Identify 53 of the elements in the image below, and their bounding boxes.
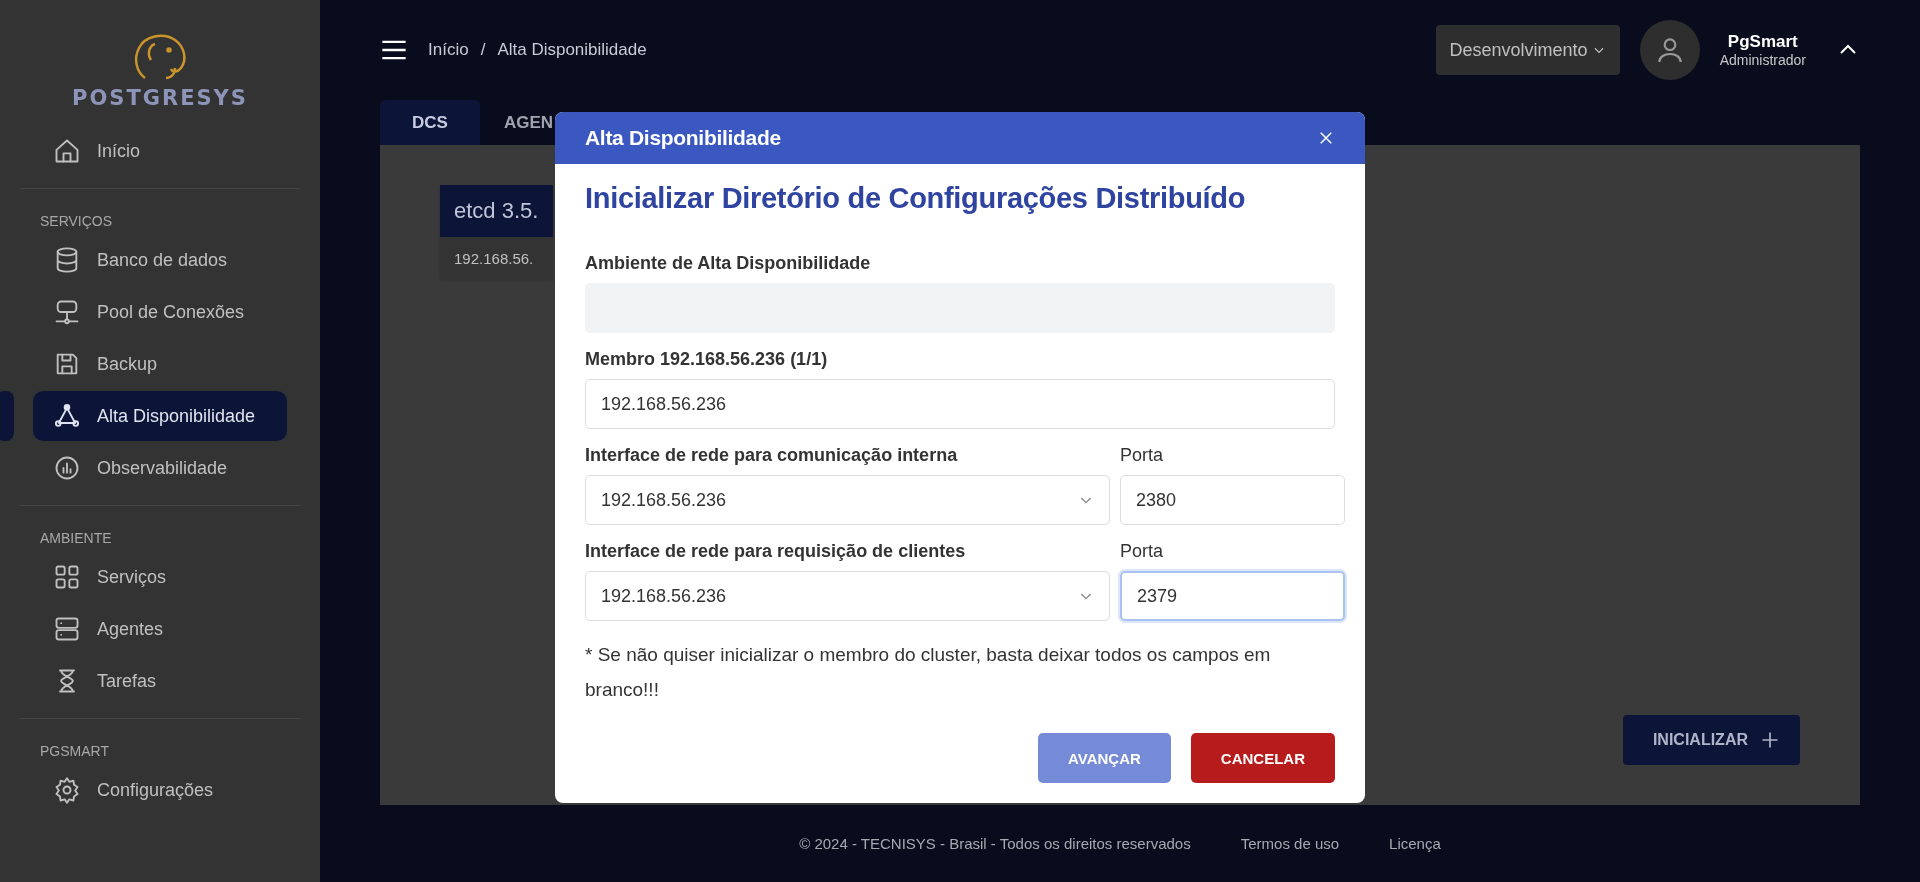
section-heading: SERVIÇOS: [39, 212, 114, 231]
field-label: Ambiente de Alta Disponibilidade: [585, 253, 872, 275]
field-label: Membro 192.168.56.236 (1/1): [585, 349, 829, 371]
tab[interactable]: AGEN: [479, 100, 578, 145]
breadcrumb-item[interactable]: Início: [428, 40, 469, 60]
port-field[interactable]: 2379: [1120, 571, 1345, 621]
close-icon[interactable]: [1317, 129, 1335, 147]
tab[interactable]: DCS: [380, 100, 480, 145]
user-role: Administrador: [1719, 52, 1806, 68]
home-icon: [53, 137, 81, 165]
triangle-nodes-icon: [53, 402, 81, 430]
card-title: etcd 3.5.: [440, 185, 553, 237]
note-text: * Se não quiser inicializar o membro do cluster, basta deixar todos os campos em branco!!!: [585, 643, 1272, 702]
section-heading: PGSMART: [39, 742, 110, 761]
sidebar-item[interactable]: Configurações: [33, 765, 287, 815]
footer-link[interactable]: Termos de uso: [1240, 835, 1340, 852]
breadcrumb-separator: /: [480, 40, 486, 60]
bar-chart-circle-icon: [53, 454, 81, 482]
dialog-title: Alta Disponibilidade: [585, 126, 781, 150]
sidebar-item[interactable]: Agentes: [33, 604, 287, 654]
sidebar-item[interactable]: Início: [33, 126, 287, 176]
plus-icon: [1760, 730, 1780, 750]
port-field[interactable]: 2380: [1120, 475, 1345, 525]
field-label: Porta: [1120, 445, 1165, 467]
sidebar-item[interactable]: Serviços: [33, 552, 287, 602]
interface-select[interactable]: 192.168.56.236: [585, 571, 1110, 621]
sidebar-item[interactable]: Alta Disponibilidade: [33, 391, 287, 441]
text-field[interactable]: 192.168.56.236: [585, 379, 1335, 429]
dialog-heading: Inicializar Diretório de Configurações Distribuído: [585, 182, 1247, 215]
sidebar-item[interactable]: Banco de dados: [33, 235, 287, 285]
sidebar-item[interactable]: Tarefas: [33, 656, 287, 706]
server-icon: [53, 615, 81, 643]
user-name: PgSmart: [1727, 32, 1798, 52]
environment-dropdown[interactable]: Desenvolvimento: [1435, 25, 1620, 75]
sidebar-item[interactable]: Observabilidade: [33, 443, 287, 493]
server-network-icon: [53, 298, 81, 326]
field-label: Interface de rede para requisição de clientes: [585, 541, 967, 563]
interface-select[interactable]: 192.168.56.236: [585, 475, 1110, 525]
section-heading: AMBIENTE: [39, 529, 113, 548]
initialize-button[interactable]: INICIALIZAR: [1622, 715, 1800, 765]
sidebar-item[interactable]: Backup: [33, 339, 287, 389]
gear-icon: [53, 776, 81, 804]
field-label: Interface de rede para comunicação interna: [585, 445, 959, 467]
grid-icon: [53, 563, 81, 591]
breadcrumb-item[interactable]: Alta Disponibilidade: [497, 40, 647, 60]
sidebar-item[interactable]: Pool de Conexões: [33, 287, 287, 337]
copyright-text: © 2024 - TECNISYS - Brasil - Todos os direitos reservados: [799, 835, 1191, 852]
footer-link[interactable]: Licença: [1389, 835, 1441, 852]
logo-text: POSTGRESYS: [72, 86, 248, 110]
card-address: 192.168.56.: [453, 248, 535, 269]
field-label: Porta: [1120, 541, 1165, 563]
active-indicator: [0, 391, 14, 441]
cancel-button[interactable]: CANCELAR: [1190, 733, 1335, 783]
